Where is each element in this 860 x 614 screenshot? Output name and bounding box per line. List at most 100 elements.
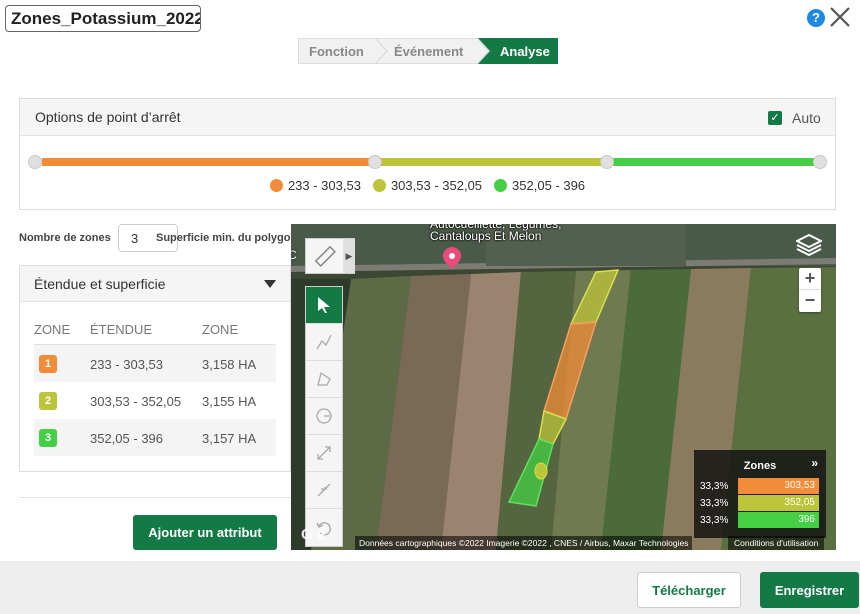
divider (19, 497, 291, 498)
row-area: 3,158 HA (202, 357, 257, 372)
legend-label: 303,53 - 352,05 (390, 178, 483, 193)
zone-badge: 3 (39, 429, 57, 447)
shrink-icon (317, 483, 331, 497)
extent-area-header[interactable]: Étendue et superficie (20, 266, 290, 302)
extent-area-panel: Étendue et superficie ZONE ÉTENDUE ZONE … (19, 265, 291, 472)
map-attribution: Données cartographiques ©2022 Imagerie ©… (355, 536, 693, 550)
min-area-label: Superficie min. du polygone (156, 232, 290, 244)
google-logo: G e (301, 526, 326, 543)
legend-item: 303,53 - 352,05 (372, 178, 483, 193)
slider-segment-1 (42, 158, 382, 166)
close-icon[interactable] (829, 5, 851, 29)
step-label: Fonction (309, 44, 364, 59)
map-poi-label-partial: C (291, 248, 297, 262)
legend-label: 233 - 303,53 (287, 178, 361, 193)
map-legend-header: Zones » (694, 450, 826, 478)
footer-bar: Télécharger Enregistrer (0, 561, 860, 614)
zoom-out-button[interactable]: − (799, 290, 821, 312)
row-range: 303,53 - 352,05 (90, 394, 182, 409)
legend-label: 352,05 - 396 (512, 178, 586, 193)
row-range: 233 - 303,53 (90, 357, 164, 372)
polyline-tool[interactable] (306, 324, 342, 361)
select-tool[interactable] (306, 287, 342, 324)
map-legend-swatch: 303,53 (738, 478, 819, 494)
download-button[interactable]: Télécharger (637, 572, 741, 608)
map-legend-pct: 33,3% (700, 498, 729, 509)
table-row: 3 352,05 - 396 3,157 HA (34, 419, 276, 456)
step-fonction[interactable]: Fonction (298, 38, 388, 64)
zone-badge: 1 (39, 355, 57, 373)
circle-icon (316, 408, 332, 424)
map-legend-row: 33,3% 303,53 (694, 478, 826, 495)
wizard-stepper: Fonction Événement Analyse (298, 38, 558, 64)
map-legend-pct: 33,3% (700, 515, 729, 526)
drawing-toolbar (305, 286, 343, 547)
row-area: 3,157 HA (202, 431, 257, 446)
expand-tool[interactable] (306, 435, 342, 472)
step-analyse[interactable]: Analyse (478, 38, 558, 64)
map-poi-label: Autocueillette, Légumes, Cantaloups Et M… (430, 224, 562, 243)
extent-table-body: 1 233 - 303,53 3,158 HA 2 303,53 - 352,0… (34, 345, 276, 456)
extent-table-header: ZONE ÉTENDUE ZONE (34, 316, 276, 345)
shrink-tool[interactable] (306, 472, 342, 509)
legend-dot (494, 179, 508, 192)
slider-handle-min[interactable] (28, 155, 42, 169)
col-zone: ZONE (34, 322, 71, 337)
breakpoint-options-title: Options de point d’arrêt (35, 109, 181, 125)
map-pin-icon[interactable] (443, 247, 461, 269)
breakpoint-options-panel: Options de point d’arrêt ✓ Auto 233 - 30… (19, 98, 836, 210)
legend-item: 352,05 - 396 (494, 178, 585, 193)
slider-segment-2 (382, 158, 614, 166)
slider-handle-1[interactable] (368, 155, 382, 169)
slider-segment-3 (614, 158, 814, 166)
zone-count-label: Nombre de zones (19, 232, 111, 244)
table-row: 2 303,53 - 352,05 3,155 HA (34, 382, 276, 419)
breakpoint-legend: 233 - 303,53 303,53 - 352,05 352,05 - 39… (20, 178, 835, 193)
row-range: 352,05 - 396 (90, 431, 164, 446)
map-legend-swatch: 396 (738, 512, 819, 528)
table-row: 1 233 - 303,53 3,158 HA (34, 345, 276, 382)
zone-badge: 2 (39, 392, 57, 410)
layers-icon[interactable] (796, 234, 822, 256)
step-evenement[interactable]: Événement (376, 38, 490, 64)
col-superficie: ZONE (202, 322, 239, 337)
breakpoint-options-header: Options de point d’arrêt ✓ Auto (20, 99, 835, 136)
polyline-icon (316, 334, 332, 350)
row-area: 3,155 HA (202, 394, 257, 409)
expand-legend-icon[interactable]: » (811, 456, 818, 470)
map-legend-row: 33,3% 352,05 (694, 495, 826, 512)
expand-icon (317, 446, 331, 460)
satellite-map[interactable]: Autocueillette, Légumes, Cantaloups Et M… (291, 224, 836, 550)
legend-item: 233 - 303,53 (269, 178, 361, 193)
measure-tool-button[interactable]: ▶ (305, 238, 355, 274)
zoom-control: + − (799, 268, 821, 312)
breakpoint-slider (28, 153, 827, 169)
col-etendue: ÉTENDUE (90, 322, 153, 337)
map-legend-title: Zones (743, 460, 777, 472)
polygon-icon (317, 371, 331, 386)
cursor-icon (318, 297, 330, 313)
chevron-right-icon[interactable]: ▶ (343, 239, 355, 273)
zones-dialog: Zones_Potassium_2022 ? Fonction Événemen… (0, 0, 860, 614)
legend-dot (269, 179, 283, 192)
zoom-in-button[interactable]: + (799, 268, 821, 290)
ruler-icon (314, 245, 336, 267)
terms-link[interactable]: Conditions d'utilisation (728, 536, 825, 550)
save-button[interactable]: Enregistrer (760, 572, 859, 608)
map-legend-swatch: 352,05 (738, 495, 819, 511)
caret-down-icon[interactable] (264, 280, 276, 288)
circle-tool[interactable] (306, 398, 342, 435)
map-zones-legend: Zones » 33,3% 303,53 33,3% 352,05 33,3% … (694, 450, 826, 538)
extent-table: ZONE ÉTENDUE ZONE 1 233 - 303,53 3,158 H… (34, 316, 276, 456)
title-input[interactable]: Zones_Potassium_2022 (5, 5, 201, 32)
auto-checkbox[interactable]: ✓ (768, 111, 782, 125)
help-icon[interactable]: ? (807, 9, 825, 27)
map-legend-row: 33,3% 396 (694, 512, 826, 529)
slider-handle-max[interactable] (813, 155, 827, 169)
map-legend-pct: 33,3% (700, 481, 729, 492)
add-attribute-button[interactable]: Ajouter un attribut (133, 515, 277, 550)
step-label: Événement (394, 44, 464, 59)
slider-handle-2[interactable] (600, 155, 614, 169)
legend-dot (372, 179, 386, 192)
polygon-tool[interactable] (306, 361, 342, 398)
